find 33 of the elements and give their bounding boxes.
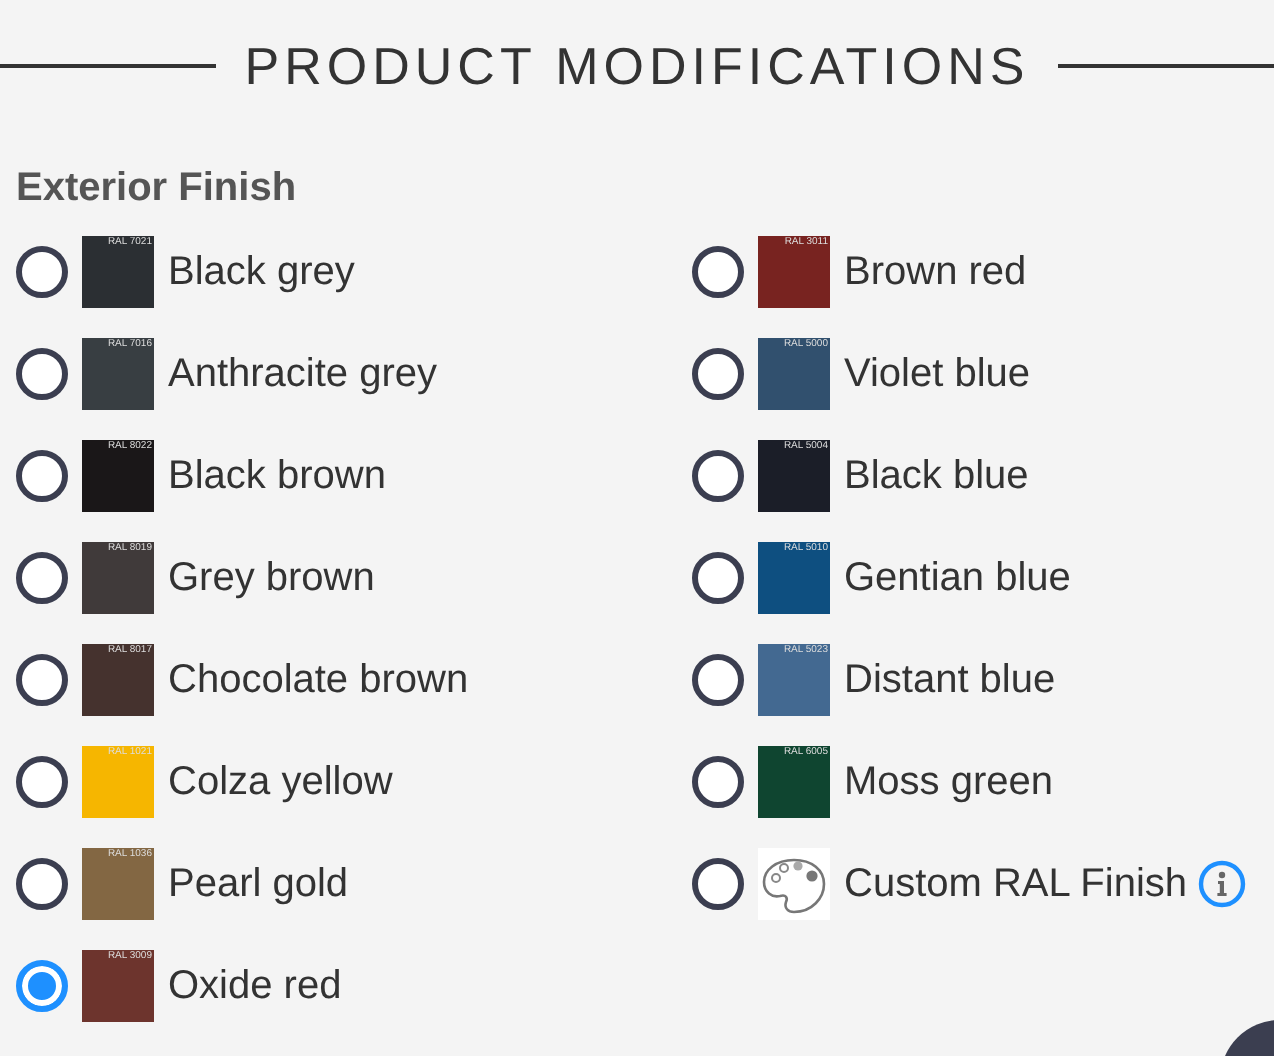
radio-button[interactable] <box>692 755 744 807</box>
radio-button[interactable] <box>16 347 68 399</box>
section-title: PRODUCT MODIFICATIONS <box>244 40 1030 92</box>
option-label: Colza yellow <box>168 757 393 807</box>
radio-button[interactable] <box>692 857 744 909</box>
option-label: Distant blue <box>844 655 1056 705</box>
option-label: Brown red <box>844 247 1027 297</box>
option-label: Gentian blue <box>844 553 1071 603</box>
option-label: Grey brown <box>168 553 375 603</box>
option-label: Moss green <box>844 757 1053 807</box>
radio-button[interactable] <box>16 959 68 1011</box>
radio-button[interactable] <box>692 551 744 603</box>
radio-button[interactable] <box>16 245 68 297</box>
option-label: Anthracite grey <box>168 349 438 399</box>
radio-button[interactable] <box>692 347 744 399</box>
radio-button[interactable] <box>16 449 68 501</box>
option-label: Oxide red <box>168 961 342 1011</box>
option-label: Violet blue <box>844 349 1031 399</box>
radio-button[interactable] <box>16 551 68 603</box>
option-label: Chocolate brown <box>168 655 469 705</box>
option-label: Custom RAL Finish <box>844 859 1188 909</box>
option-label: Black grey <box>168 247 355 297</box>
radio-button[interactable] <box>692 245 744 297</box>
radio-button[interactable] <box>16 653 68 705</box>
radio-button[interactable] <box>692 653 744 705</box>
radio-button[interactable] <box>692 449 744 501</box>
radio-button[interactable] <box>16 755 68 807</box>
option-label: Black blue <box>844 451 1029 501</box>
group-label: Exterior Finish <box>16 168 299 208</box>
radio-button[interactable] <box>16 857 68 909</box>
option-label: Pearl gold <box>168 859 349 909</box>
info-icon[interactable] <box>1197 859 1246 907</box>
option-label: Black brown <box>168 451 386 501</box>
